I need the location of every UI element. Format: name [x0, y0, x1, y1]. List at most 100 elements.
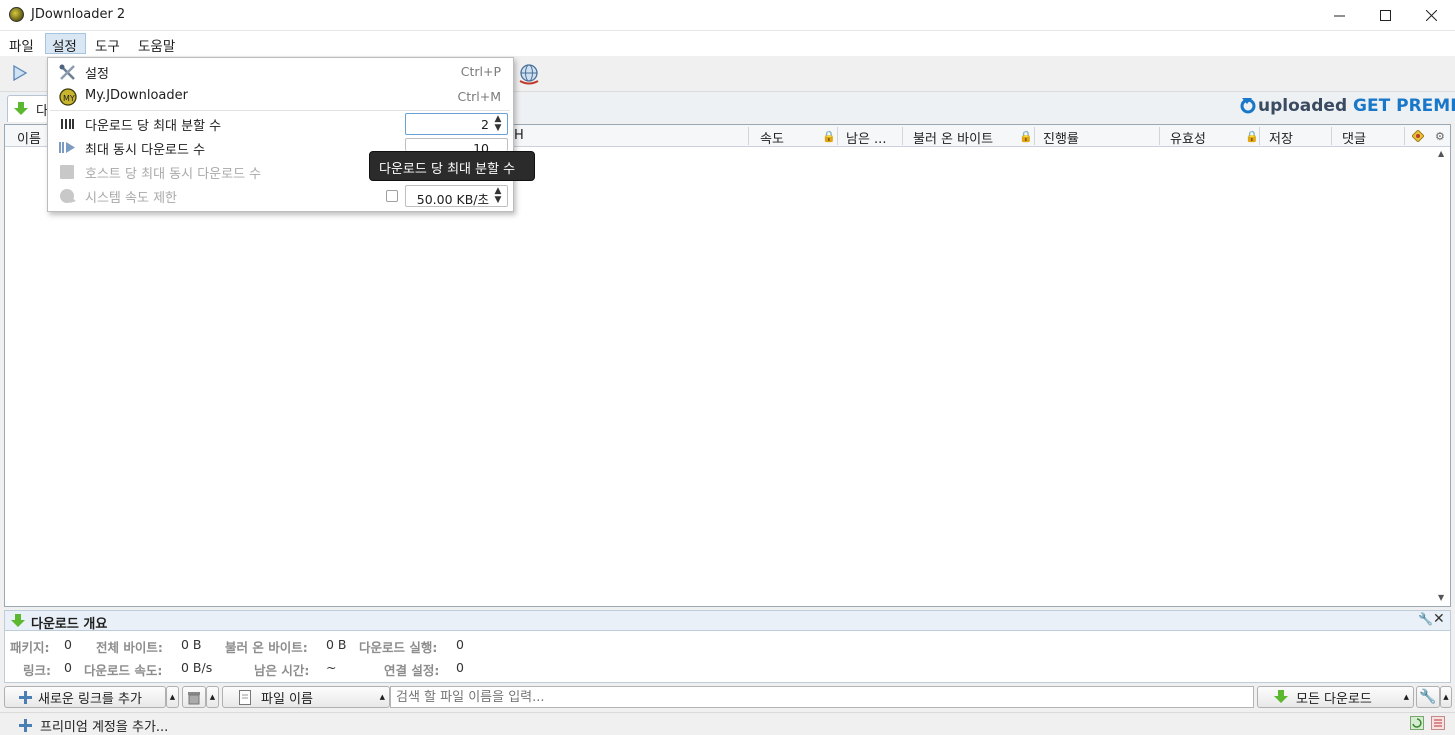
table-scrollbar[interactable]: ▲ ▼	[1434, 147, 1450, 606]
reconnect-button[interactable]	[517, 63, 541, 89]
add-premium-label: 프리미엄 계정을 추가...	[40, 720, 169, 735]
all-downloads-label: 모든 다운로드	[1296, 691, 1372, 707]
menu-tools[interactable]: 도구	[95, 35, 120, 55]
menu-item-settings[interactable]: 설정 Ctrl+P	[48, 60, 513, 84]
column-availability[interactable]: 유효성	[1170, 128, 1206, 147]
column-separator	[1259, 127, 1260, 145]
close-button[interactable]	[1408, 0, 1454, 30]
parallel-downloads-icon	[59, 142, 75, 153]
column-comment[interactable]: 댓글	[1342, 128, 1366, 147]
download-arrow-icon	[1274, 690, 1288, 703]
trash-dropdown-icon[interactable]: ▲	[206, 686, 219, 708]
column-separator	[748, 127, 749, 145]
menu-item-settings-label: 설정	[85, 67, 109, 82]
menu-item-myjdownloader[interactable]: MY My.JDownloader Ctrl+M	[48, 85, 513, 109]
speed-limit-icon	[60, 189, 76, 203]
menu-file[interactable]: 파일	[9, 35, 34, 55]
column-name[interactable]: 이름	[17, 128, 41, 147]
column-speed[interactable]: 속도	[760, 128, 784, 147]
running-value: 0	[456, 637, 464, 652]
uploaded-logo-icon	[1240, 98, 1256, 114]
menu-item-speed-limit-label: 시스템 속도 제한	[85, 191, 177, 206]
wrench-icon[interactable]: 🔧	[1418, 612, 1433, 626]
uploaded-brand: uploaded	[1258, 96, 1348, 116]
search-input[interactable]	[390, 686, 1254, 708]
overview-body	[4, 631, 1451, 683]
speed-limit-checkbox[interactable]	[386, 190, 398, 202]
speed-limit-spinner[interactable]: 50.00 KB/초 ▲ ▼	[405, 185, 508, 207]
packages-label: 패키지:	[10, 640, 50, 655]
start-downloads-button[interactable]	[12, 64, 28, 85]
column-loaded-bytes[interactable]: 불러 온 바이트	[913, 128, 993, 147]
file-icon	[239, 689, 251, 705]
all-downloads-button[interactable]: 모든 다운로드 ▲	[1257, 686, 1414, 708]
menu-settings[interactable]: 설정	[52, 35, 77, 55]
loaded-bytes-value: 0 B	[326, 637, 347, 652]
column-separator	[1404, 127, 1405, 145]
lock-icon: 🔒	[1245, 130, 1259, 143]
add-links-button[interactable]: 새로운 링크를 추가	[4, 686, 166, 708]
max-downloads-spinner[interactable]: 10	[405, 138, 508, 151]
menu-item-myjdownloader-label: My.JDownloader	[85, 88, 188, 103]
menu-item-max-per-host-label: 호스트 당 최대 동시 다운로드 수	[85, 167, 262, 182]
add-plus-icon	[19, 690, 32, 704]
filename-filter-button[interactable]: 파일 이름 ▲	[222, 686, 390, 708]
play-icon	[13, 64, 28, 82]
column-progress[interactable]: 진행률	[1043, 128, 1079, 147]
speed-value: 0 B/s	[181, 660, 213, 675]
status-update-icon[interactable]	[1410, 716, 1424, 734]
loaded-bytes-label: 불러 온 바이트:	[225, 640, 308, 655]
menu-item-max-chunks-label: 다운로드 당 최대 분할 수	[85, 119, 222, 134]
column-separator	[1034, 127, 1035, 145]
overview-title: 다운로드 개요	[31, 617, 108, 632]
column-save[interactable]: 저장	[1269, 128, 1293, 147]
column-eta[interactable]: 남은 ...	[846, 128, 886, 147]
title-bar	[0, 0, 1455, 31]
eta-label: 남은 시간:	[254, 663, 310, 678]
svg-text:MY: MY	[63, 94, 75, 103]
maximize-button[interactable]	[1362, 0, 1408, 30]
spinner-arrows-icon[interactable]: ▲ ▼	[492, 187, 504, 205]
download-arrow-icon	[11, 614, 25, 627]
host-icon	[60, 165, 74, 179]
column-settings-gear-icon[interactable]: ⚙	[1435, 130, 1445, 143]
trash-button[interactable]	[182, 686, 206, 708]
minimize-button[interactable]	[1316, 0, 1362, 30]
spinner-arrows-icon[interactable]: ▲ ▼	[492, 115, 504, 133]
minimize-icon	[1333, 15, 1345, 16]
jdownloader-app-icon	[9, 7, 24, 22]
quick-settings-dropdown-icon[interactable]: ▲	[1440, 686, 1452, 708]
tooltip: 다운로드 당 최대 분할 수	[369, 151, 535, 181]
chunks-icon	[61, 119, 74, 129]
speed-limit-value: 50.00 KB/초	[416, 192, 489, 207]
priority-column-icon[interactable]	[1411, 129, 1425, 146]
overview-close-icon[interactable]: ✕	[1433, 611, 1445, 627]
column-separator	[837, 127, 838, 145]
overview-header: 다운로드 개요 🔧 ✕	[4, 610, 1451, 632]
download-arrow-icon	[14, 102, 28, 115]
links-label: 링크:	[23, 663, 51, 678]
connections-value: 0	[456, 660, 464, 675]
menu-help[interactable]: 도움말	[138, 35, 175, 55]
menu-item-max-downloads-label: 최대 동시 다운로드 수	[85, 143, 206, 158]
uploaded-premium-banner[interactable]: uploaded GET PREMIUM!	[1238, 96, 1455, 116]
reconnect-globe-icon	[519, 64, 539, 85]
scroll-down-icon[interactable]: ▼	[1438, 593, 1444, 602]
add-links-dropdown-icon[interactable]: ▲	[166, 686, 179, 708]
add-links-label: 새로운 링크를 추가	[38, 691, 142, 707]
speed-label: 다운로드 속도:	[84, 663, 163, 678]
list-icon	[1431, 716, 1445, 730]
tab-downloads[interactable]: 다	[7, 95, 49, 122]
get-premium-text: GET PREMIUM!	[1353, 96, 1455, 116]
column-separator	[1159, 127, 1160, 145]
total-bytes-value: 0 B	[181, 637, 202, 652]
quick-settings-button[interactable]: 🔧	[1416, 686, 1440, 708]
shortcut-ctrl-m: Ctrl+M	[457, 89, 502, 104]
add-premium-account-link[interactable]: 프리미엄 계정을 추가...	[19, 716, 168, 735]
scroll-up-icon[interactable]: ▲	[1438, 149, 1444, 158]
column-partial: H	[514, 128, 524, 143]
window-title: JDownloader 2	[31, 7, 126, 22]
status-list-icon[interactable]	[1431, 716, 1445, 734]
max-chunks-spinner[interactable]: 2 ▲ ▼	[405, 113, 508, 135]
filename-filter-label: 파일 이름	[261, 691, 313, 707]
